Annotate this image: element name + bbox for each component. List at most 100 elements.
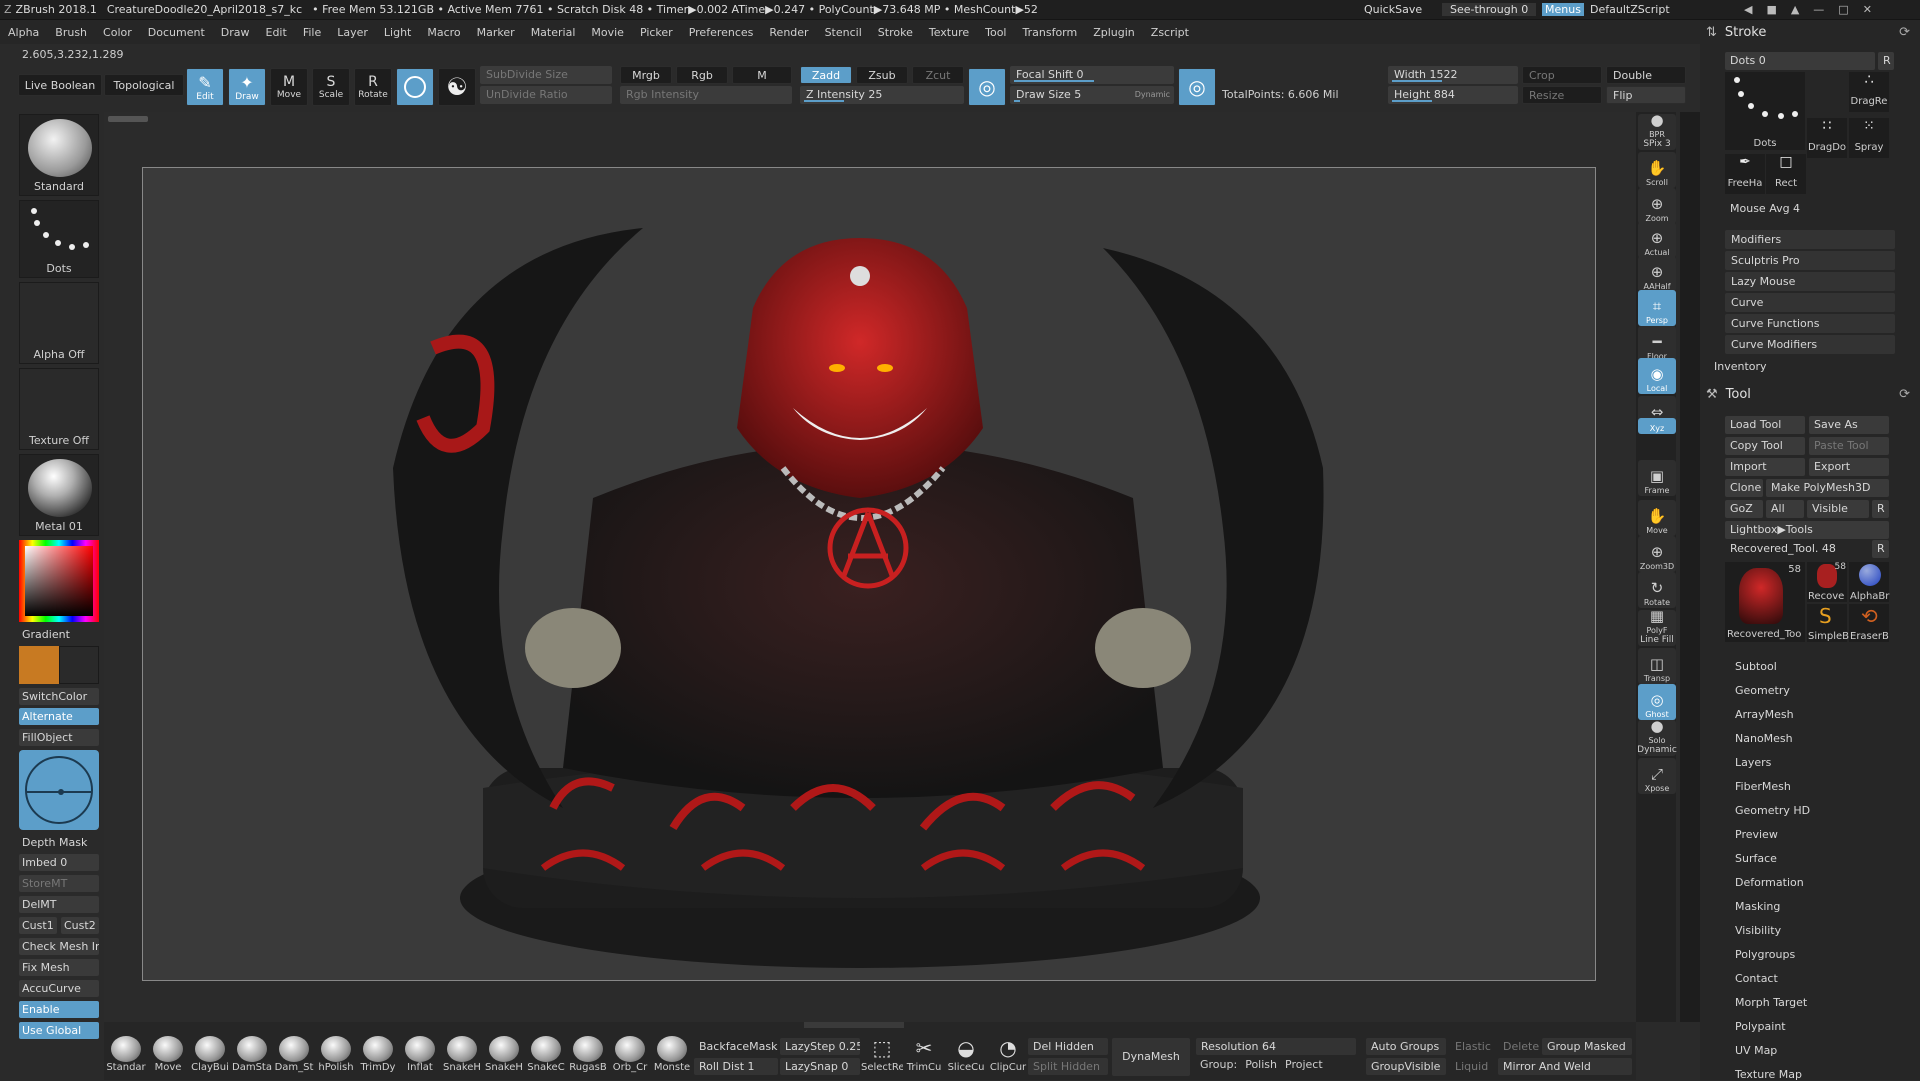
crop-button[interactable]: Crop: [1522, 66, 1602, 84]
rshelf-ghost-button[interactable]: ◎ Ghost: [1638, 684, 1676, 720]
tool-thumbnail-recovered[interactable]: 58 Recove: [1807, 562, 1847, 602]
flip-button[interactable]: Flip: [1606, 86, 1686, 104]
load-tool-button[interactable]: Load Tool: [1725, 416, 1805, 434]
polish-button[interactable]: Polish: [1245, 1058, 1277, 1071]
main-color-swatch[interactable]: [19, 646, 59, 684]
tool-sub-uv-map[interactable]: UV Map: [1735, 1044, 1777, 1057]
rshelf-rotate-button[interactable]: ↻ Rotate: [1638, 572, 1676, 608]
quick-brush-11[interactable]: RugasB: [568, 1036, 608, 1078]
gradient-label[interactable]: Gradient: [19, 626, 99, 643]
export-button[interactable]: Export: [1809, 458, 1889, 476]
enable-button[interactable]: Enable: [19, 1001, 99, 1018]
stroke-sub-lazy-mouse[interactable]: Lazy Mouse: [1725, 272, 1895, 291]
tool-sub-contact[interactable]: Contact: [1735, 972, 1778, 985]
tool-sub-polypaint[interactable]: Polypaint: [1735, 1020, 1786, 1033]
mouse-avg-slider[interactable]: Mouse Avg 4: [1725, 200, 1895, 218]
fix-mesh-button[interactable]: Fix Mesh: [19, 959, 99, 976]
menu-preferences[interactable]: Preferences: [681, 26, 762, 39]
document-canvas[interactable]: [142, 167, 1596, 981]
dynamic-toggle[interactable]: Dynamic: [1135, 90, 1170, 99]
draw-size-slider[interactable]: Draw Size 5 Dynamic: [1010, 86, 1174, 104]
tool-sub-layers[interactable]: Layers: [1735, 756, 1771, 769]
menu-edit[interactable]: Edit: [258, 26, 295, 39]
import-button[interactable]: Import: [1725, 458, 1805, 476]
goz-r-button[interactable]: R: [1872, 500, 1889, 518]
alternate-button[interactable]: Alternate: [19, 708, 99, 725]
group-masked-button[interactable]: Group Masked: [1542, 1038, 1632, 1055]
tool-sub-surface[interactable]: Surface: [1735, 852, 1777, 865]
tool-sub-deformation[interactable]: Deformation: [1735, 876, 1804, 889]
rshelf-solo-button[interactable]: ● Solo Dynamic: [1637, 719, 1677, 756]
tool-thumbnail-main[interactable]: 58 Recovered_Too: [1725, 562, 1805, 642]
menu-alpha[interactable]: Alpha: [0, 26, 47, 39]
reset-icon[interactable]: ⟳: [1899, 25, 1910, 40]
rgb-button[interactable]: Rgb: [676, 66, 728, 84]
stroke-type-rect[interactable]: □ Rect: [1766, 154, 1806, 194]
rshelf-floor-button[interactable]: ━ Floor: [1638, 326, 1676, 362]
draw-button[interactable]: ✦ Draw: [228, 68, 266, 106]
material-picker[interactable]: Metal 01: [19, 454, 99, 536]
stroke-sub-curve-functions[interactable]: Curve Functions: [1725, 314, 1895, 333]
liquid-button[interactable]: Liquid: [1450, 1058, 1494, 1075]
project-button[interactable]: Project: [1285, 1058, 1323, 1071]
zcut-button[interactable]: Zcut: [912, 66, 964, 84]
quicksave-button[interactable]: QuickSave: [1364, 3, 1422, 16]
tool-sub-visibility[interactable]: Visibility: [1735, 924, 1781, 937]
del-mt-button[interactable]: DelMT: [19, 896, 99, 913]
rshelf-aahalf-button[interactable]: ⊕ AAHalf: [1638, 256, 1676, 292]
menu-brush[interactable]: Brush: [47, 26, 95, 39]
rshelf-bpr-button[interactable]: ● BPR SPix 3: [1638, 113, 1676, 150]
double-button[interactable]: Double: [1606, 66, 1686, 84]
resolution-slider[interactable]: Resolution 64: [1196, 1038, 1356, 1055]
rshelf-frame-button[interactable]: ▣ Frame: [1638, 460, 1676, 496]
stroke-picker[interactable]: Dots: [19, 200, 99, 278]
tool-sub-texture-map[interactable]: Texture Map: [1735, 1068, 1802, 1081]
menu-color[interactable]: Color: [95, 26, 140, 39]
tool-palette-header[interactable]: ⚒ Tool ⟳: [1700, 382, 1920, 406]
tool-r-button[interactable]: R: [1872, 540, 1889, 558]
mrgb-button[interactable]: Mrgb: [620, 66, 672, 84]
dynamic-draw-size-button[interactable]: ◎: [1178, 68, 1216, 106]
select-tool-2[interactable]: ◒ SliceCu: [946, 1036, 986, 1078]
fill-object-button[interactable]: FillObject: [19, 729, 99, 746]
quick-brush-1[interactable]: Move: [148, 1036, 188, 1078]
tool-thumbnail-alphabrush[interactable]: AlphaBr: [1849, 562, 1889, 602]
stroke-dots-slider[interactable]: Dots 0: [1725, 52, 1875, 70]
menus-toggle[interactable]: Menus: [1542, 3, 1584, 16]
quick-brush-7[interactable]: Inflat: [400, 1036, 440, 1078]
secondary-color-swatch[interactable]: [59, 646, 99, 684]
see-through-slider[interactable]: See-through 0: [1442, 3, 1537, 16]
stroke-type-dragdo[interactable]: ∷ DragDo: [1807, 118, 1847, 158]
rshelf-xyz-button[interactable]: Xyz: [1638, 418, 1676, 434]
menu-tool[interactable]: Tool: [977, 26, 1014, 39]
quick-brush-4[interactable]: Dam_St: [274, 1036, 314, 1078]
rshelf-move-button[interactable]: ✋ Move: [1638, 500, 1676, 536]
menu-zplugin[interactable]: Zplugin: [1085, 26, 1143, 39]
tool-sub-masking[interactable]: Masking: [1735, 900, 1780, 913]
quick-brush-10[interactable]: SnakeC: [526, 1036, 566, 1078]
rshelf-actual-button[interactable]: ⊕ Actual: [1638, 222, 1676, 258]
rotate-button[interactable]: R Rotate: [354, 68, 392, 106]
quick-brush-3[interactable]: DamSta: [232, 1036, 272, 1078]
goz-button[interactable]: GoZ: [1725, 500, 1763, 518]
tool-sub-geometry[interactable]: Geometry: [1735, 684, 1790, 697]
rshelf-local-button[interactable]: ◉ Local: [1638, 358, 1676, 394]
tool-sub-nanomesh[interactable]: NanoMesh: [1735, 732, 1793, 745]
menu-picker[interactable]: Picker: [632, 26, 681, 39]
menu-render[interactable]: Render: [761, 26, 816, 39]
split-hidden-button[interactable]: Split Hidden: [1028, 1058, 1108, 1075]
menu-material[interactable]: Material: [523, 26, 584, 39]
use-global-button[interactable]: Use Global: [19, 1022, 99, 1039]
lazy-snap-slider[interactable]: LazySnap 0: [780, 1058, 860, 1075]
stroke-type-freeha[interactable]: ✒ FreeHa: [1725, 154, 1765, 194]
tool-sub-polygroups[interactable]: Polygroups: [1735, 948, 1795, 961]
rgb-intensity-slider[interactable]: Rgb Intensity: [620, 86, 792, 104]
select-tool-0[interactable]: ⬚ SelectRe: [861, 1036, 903, 1078]
rshelf-persp-button[interactable]: ⌗ Persp: [1638, 290, 1676, 326]
rshelf-zoom3d-button[interactable]: ⊕ Zoom3D: [1638, 536, 1676, 572]
paste-tool-button[interactable]: Paste Tool: [1809, 437, 1889, 455]
bottom-shelf-collapse-handle[interactable]: [804, 1022, 904, 1028]
menu-transform[interactable]: Transform: [1015, 26, 1086, 39]
del-hidden-button[interactable]: Del Hidden: [1028, 1038, 1108, 1055]
rshelf-polyf-button[interactable]: ▦ PolyF Line Fill: [1638, 609, 1676, 646]
